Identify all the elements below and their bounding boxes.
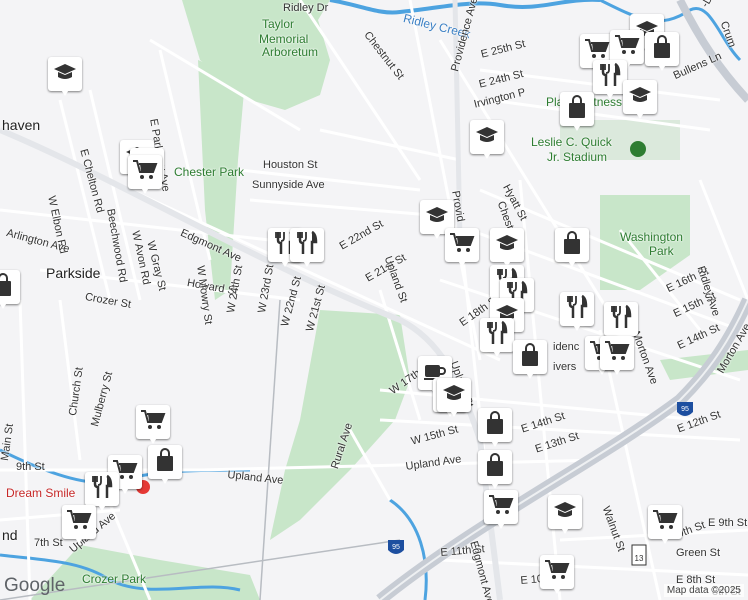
poi-marker-shopping-bag[interactable] — [148, 445, 182, 487]
restaurant-icon — [610, 304, 632, 335]
poi-marker-shopping-bag[interactable] — [513, 340, 547, 382]
map-label: Parkside — [46, 265, 101, 281]
route13-shield: 13 — [631, 544, 647, 566]
shopping-cart-icon — [140, 409, 166, 436]
shopping-bag-icon — [566, 94, 588, 124]
poi-marker-school[interactable] — [470, 120, 504, 162]
map-label: Leslie C. Quick — [531, 135, 612, 149]
map-label: Houston St — [263, 159, 318, 171]
shopping-bag-icon — [561, 230, 583, 260]
poi-marker-restaurant[interactable] — [290, 228, 324, 270]
poi-marker-shopping-cart[interactable] — [600, 336, 634, 378]
poi-marker-shopping-bag[interactable] — [0, 270, 20, 312]
shopping-cart-icon — [488, 494, 514, 521]
map-label: Chester Park — [174, 165, 245, 179]
map-attribution[interactable]: Map data ©2025 — [663, 584, 744, 597]
school-icon — [53, 62, 77, 87]
restaurant-icon — [566, 294, 588, 325]
poi-marker-shopping-bag[interactable] — [478, 408, 512, 450]
map-label: ivers — [553, 361, 577, 373]
poi-marker-shopping-cart[interactable] — [128, 155, 162, 197]
poi-marker-restaurant[interactable] — [560, 292, 594, 334]
poi-marker-school[interactable] — [48, 57, 82, 99]
restaurant-icon — [599, 62, 621, 93]
poi-marker-shopping-cart[interactable] — [648, 505, 682, 547]
map-label: Crozer Park — [82, 572, 147, 586]
school-icon — [475, 125, 499, 150]
map-label: Memorial — [259, 32, 309, 46]
poi-marker-restaurant[interactable] — [593, 60, 627, 102]
poi-marker-shopping-cart[interactable] — [484, 490, 518, 532]
shopping-bag-icon — [519, 342, 541, 372]
shopping-cart-icon — [544, 559, 570, 586]
school-icon — [628, 85, 652, 110]
map-label: Arboretum — [262, 45, 319, 59]
map-label: 7th St — [34, 537, 63, 549]
poi-marker-school[interactable] — [548, 495, 582, 537]
shopping-cart-icon — [652, 509, 678, 536]
map-view[interactable]: 95 95 13 Ridley Dr Ridley Creek Taylor Memo… — [0, 0, 748, 600]
svg-text:95: 95 — [681, 406, 689, 413]
poi-marker-shopping-bag[interactable] — [555, 228, 589, 270]
school-icon — [425, 205, 449, 230]
shopping-bag-icon — [0, 272, 14, 302]
poi-marker-shopping-cart[interactable] — [540, 555, 574, 597]
shopping-bag-icon — [484, 410, 506, 440]
map-label: nd — [2, 527, 18, 543]
map-label: Park — [649, 244, 674, 258]
i95-shield-2: 95 — [677, 402, 693, 416]
school-icon — [442, 383, 466, 408]
map-label: Sunnyside Ave — [252, 179, 325, 191]
shopping-cart-icon — [614, 34, 640, 61]
shopping-bag-icon — [651, 34, 673, 64]
shopping-cart-icon — [66, 509, 92, 536]
google-logo: Google — [4, 575, 66, 596]
poi-marker-shopping-bag[interactable] — [645, 32, 679, 74]
shopping-cart-icon — [604, 340, 630, 367]
restaurant-icon — [486, 320, 508, 351]
map-label: Jr. Stadium — [547, 150, 608, 164]
school-icon — [553, 500, 577, 525]
poi-marker-school[interactable] — [623, 80, 657, 122]
i95-shield-1: 95 — [388, 540, 404, 554]
poi-marker-shopping-bag[interactable] — [560, 92, 594, 134]
restaurant-icon — [296, 230, 318, 261]
shopping-cart-icon — [449, 232, 475, 259]
map-label: Dream Smile — [6, 486, 76, 500]
map-label: haven — [2, 117, 41, 133]
map-label: Washington — [620, 230, 683, 244]
map-label: E 9th St — [708, 517, 748, 529]
poi-marker-shopping-cart[interactable] — [62, 505, 96, 547]
poi-marker-school[interactable] — [437, 378, 471, 420]
poi-marker-restaurant[interactable] — [480, 318, 514, 360]
poi-marker-school[interactable] — [490, 228, 524, 270]
restaurant-icon — [91, 474, 113, 505]
svg-text:95: 95 — [392, 544, 400, 551]
shopping-cart-icon — [132, 159, 158, 186]
shopping-bag-icon — [484, 452, 506, 482]
svg-text:13: 13 — [635, 554, 644, 563]
map-label: Taylor — [262, 17, 295, 31]
map-label: Ridley Dr — [283, 2, 329, 14]
map-label: idenc — [553, 341, 580, 353]
stadium-marker — [630, 141, 646, 157]
map-label: 9th St — [16, 461, 45, 473]
poi-marker-shopping-cart[interactable] — [136, 405, 170, 447]
school-icon — [495, 233, 519, 258]
poi-marker-shopping-cart[interactable] — [445, 228, 479, 270]
shopping-bag-icon — [154, 447, 176, 477]
map-label: Green St — [676, 547, 721, 559]
poi-marker-shopping-bag[interactable] — [478, 450, 512, 492]
